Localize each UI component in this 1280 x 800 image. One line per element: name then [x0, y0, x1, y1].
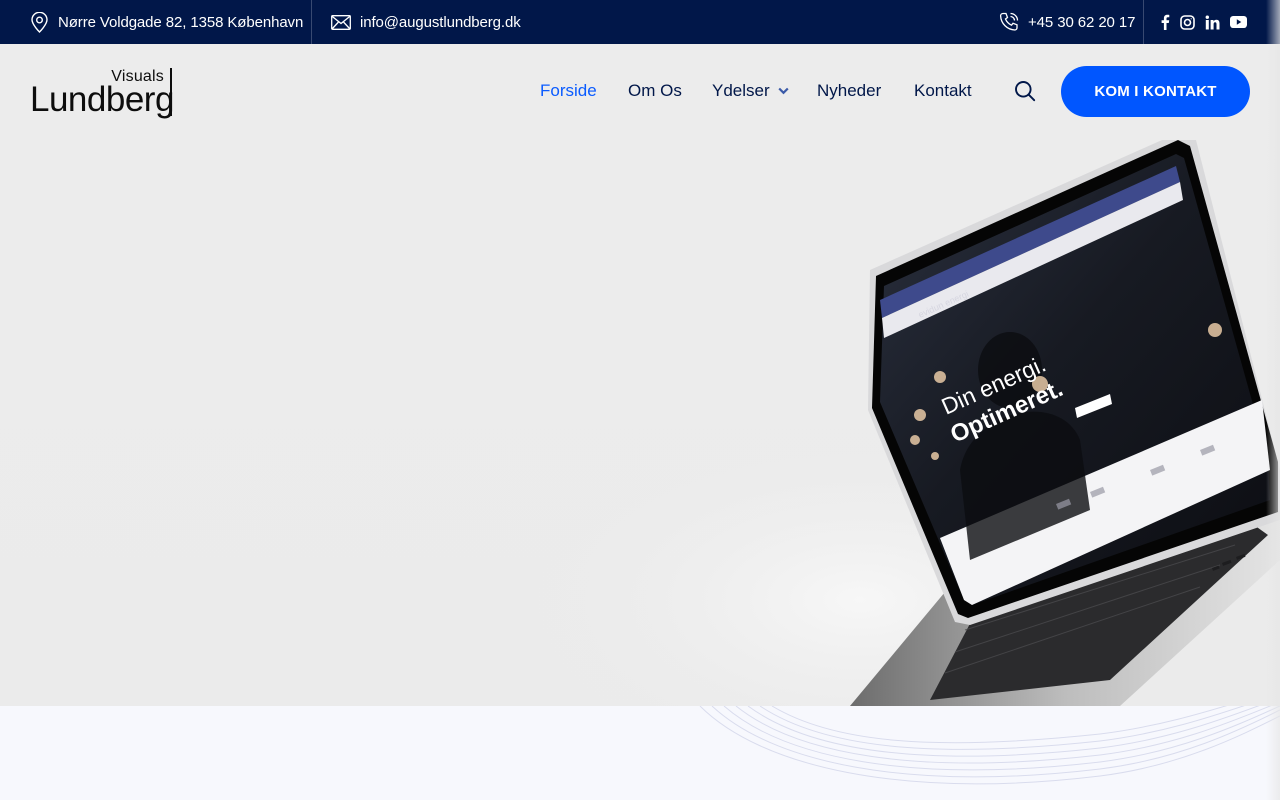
phone-link[interactable]: +45 30 62 20 17: [999, 0, 1135, 44]
contact-cta-button[interactable]: KOM I KONTAKT: [1061, 66, 1250, 117]
nav-item-label: Ydelser: [712, 81, 770, 100]
wave-lines-decoration: [699, 706, 1280, 785]
mail-icon: [331, 14, 351, 30]
divider: [311, 0, 312, 44]
address-text: Nørre Voldgade 82, 1358 København: [58, 13, 304, 31]
section-below-hero: [0, 706, 1280, 800]
chevron-down-icon: [778, 87, 789, 95]
email-text: info@augustlundberg.dk: [360, 13, 521, 31]
nav-item-ydelser[interactable]: Ydelser: [712, 81, 789, 101]
hero-section: Din energi. Optimeret. evidun energi: [0, 140, 1280, 706]
email-link[interactable]: info@augustlundberg.dk: [331, 0, 521, 44]
nav-item-forside[interactable]: Forside: [540, 81, 597, 101]
instagram-icon[interactable]: [1180, 14, 1195, 30]
nav-item-om-os[interactable]: Om Os: [628, 81, 682, 101]
nav-item-nyheder[interactable]: Nyheder: [817, 81, 881, 101]
search-icon: [1015, 81, 1036, 102]
nav-item-kontakt[interactable]: Kontakt: [914, 81, 972, 101]
youtube-icon[interactable]: [1230, 16, 1247, 28]
address-link[interactable]: Nørre Voldgade 82, 1358 København: [30, 0, 303, 44]
phone-icon: [999, 12, 1019, 31]
search-button[interactable]: [1014, 80, 1036, 107]
main-header: Visuals Lundberg Forside Om Os Ydelser N…: [0, 44, 1280, 140]
facebook-icon[interactable]: [1160, 14, 1170, 30]
logo[interactable]: Visuals Lundberg: [30, 68, 174, 119]
scrollbar[interactable]: [1266, 0, 1280, 800]
social-links: [1160, 0, 1247, 44]
location-pin-icon: [31, 11, 48, 33]
linkedin-icon[interactable]: [1205, 15, 1220, 30]
top-info-bar: Nørre Voldgade 82, 1358 København info@a…: [0, 0, 1280, 44]
divider: [1143, 0, 1144, 44]
logo-wordmark: Lundberg: [30, 80, 174, 119]
phone-text: +45 30 62 20 17: [1028, 13, 1136, 31]
logo-bar: [170, 68, 172, 116]
laptop-mockup: Din energi. Optimeret. evidun energi: [530, 140, 1280, 706]
